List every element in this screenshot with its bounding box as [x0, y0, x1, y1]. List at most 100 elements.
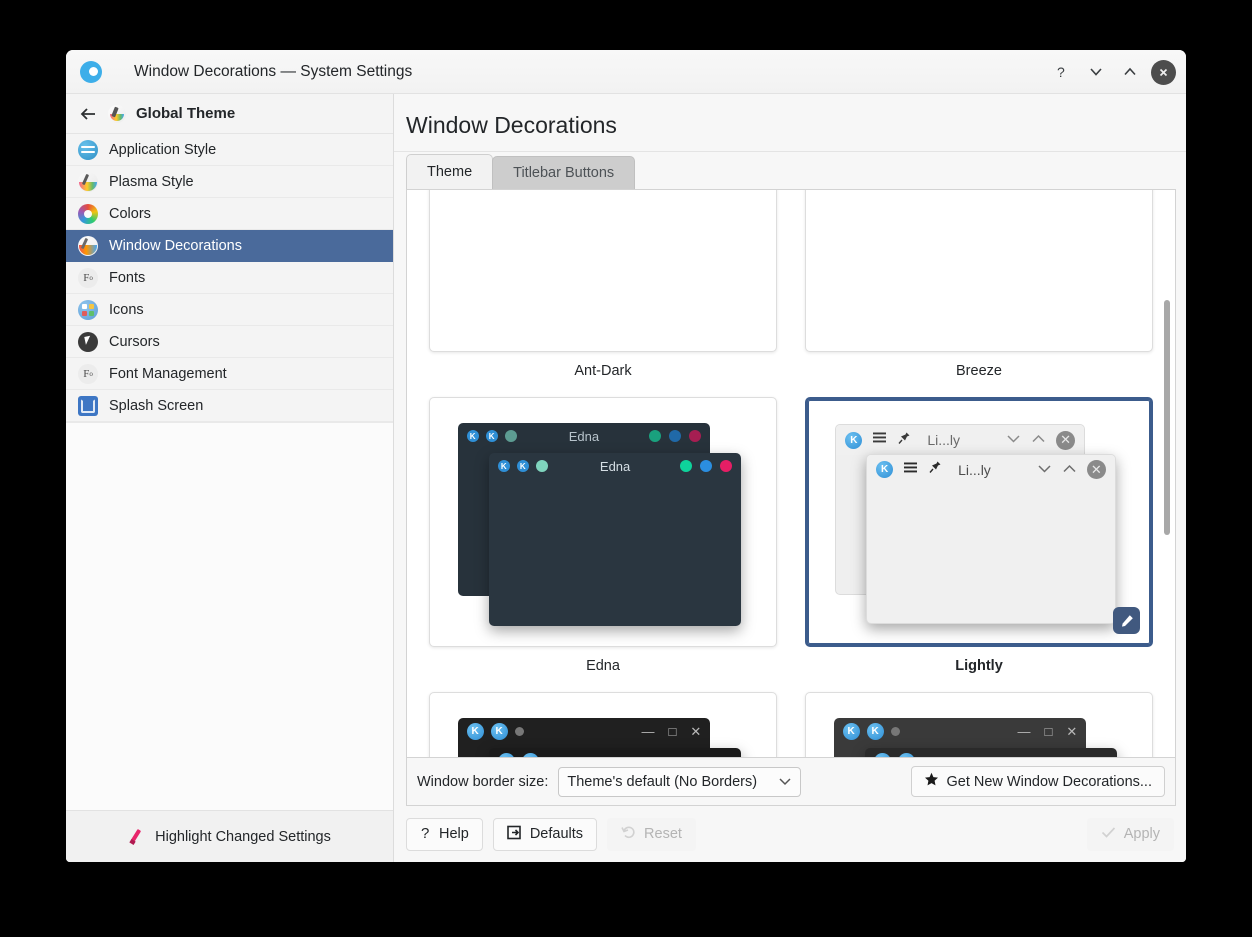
- defaults-label: Defaults: [529, 826, 584, 842]
- kde-menu-icon: [497, 753, 515, 757]
- theme-name-label: Ant-Dark: [574, 363, 632, 379]
- pin-dot-icon: [514, 727, 524, 737]
- theme-preview-dark-2[interactable]: — □ ✕: [805, 692, 1153, 757]
- sidebar-item-splash-screen[interactable]: Splash Screen: [66, 390, 393, 422]
- preview-window-buttons: [649, 430, 702, 443]
- kde-menu-icon: [873, 753, 891, 757]
- window-controls: ?: [1049, 50, 1176, 94]
- maximize-chevron-icon: [1062, 461, 1077, 479]
- sidebar-item-label: Plasma Style: [109, 173, 194, 190]
- main-pane: Window Decorations Theme Titlebar Button…: [394, 94, 1186, 862]
- maximize-icon: □: [1044, 724, 1053, 740]
- highlight-changed-settings-button[interactable]: Highlight Changed Settings: [66, 810, 393, 862]
- tab-theme[interactable]: Theme: [406, 154, 494, 189]
- page-title: Window Decorations: [394, 94, 1186, 152]
- close-button[interactable]: [1151, 59, 1176, 85]
- close-icon: ✕: [721, 754, 732, 757]
- window-decorations-icon: [78, 235, 98, 256]
- hamburger-icon: [903, 461, 918, 479]
- sidebar-item-colors[interactable]: Colors: [66, 198, 393, 230]
- cursors-icon: [78, 331, 98, 352]
- theme-name-label: Edna: [586, 658, 620, 674]
- sidebar-item-application-style[interactable]: Application Style: [66, 134, 393, 166]
- preview-window-buttons: — □ ✕: [673, 754, 733, 757]
- minimize-dot-icon: [649, 430, 662, 443]
- defaults-icon: [507, 825, 522, 844]
- preview-window-title: Li...ly: [958, 461, 991, 478]
- theme-name-label: Lightly: [955, 658, 1003, 674]
- kde-appmenu-dot-icon: [516, 460, 529, 473]
- window-border-size-value: Theme's default (No Borders): [567, 773, 758, 790]
- close-icon: ✕: [1086, 460, 1106, 480]
- theme-preview-edna[interactable]: Edna: [429, 397, 777, 647]
- kde-menu-icon: [842, 723, 860, 741]
- defaults-button[interactable]: Defaults: [492, 817, 598, 851]
- application-style-icon: [78, 139, 98, 160]
- preview-titlebar: Li...ly ✕: [867, 454, 1115, 485]
- sidebar-item-font-management[interactable]: Fo Font Management: [66, 358, 393, 390]
- preview-titlebar: Edna: [458, 423, 711, 450]
- sidebar-item-label: Icons: [109, 301, 144, 318]
- sidebar-item-window-decorations[interactable]: Window Decorations: [66, 230, 393, 262]
- help-button[interactable]: ? Help: [406, 817, 483, 851]
- sidebar-item-cursors[interactable]: Cursors: [66, 326, 393, 358]
- kde-menu-icon: [876, 461, 894, 479]
- theme-grid: Ant-Dark Breeze K K Edna K K Edna Edna K…: [407, 190, 1175, 758]
- maximize-button[interactable]: [1117, 59, 1143, 85]
- sidebar-item-fonts[interactable]: Fo Fonts: [66, 262, 393, 294]
- sidebar-item-label: Splash Screen: [109, 397, 204, 414]
- back-arrow-icon[interactable]: [80, 106, 98, 122]
- font-management-icon: Fo: [78, 363, 98, 384]
- kde-appmenu-icon: [490, 723, 508, 741]
- sidebar-item-label: Fonts: [109, 269, 146, 286]
- theme-cell-dark-2: — □ ✕: [805, 692, 1153, 757]
- reset-button: Reset: [607, 817, 696, 851]
- kde-menu-dot-icon: [466, 430, 479, 443]
- close-icon: ✕: [1097, 754, 1108, 757]
- hamburger-icon: [872, 431, 887, 449]
- preview-window-buttons: — □ ✕: [641, 724, 701, 740]
- theme-preview-ant-dark[interactable]: [429, 190, 777, 352]
- close-icon: ✕: [1056, 430, 1076, 450]
- icons-icon: [78, 299, 98, 320]
- minimize-icon: —: [673, 754, 686, 757]
- checkmark-icon: [1101, 826, 1116, 843]
- kde-appmenu-icon: [866, 723, 884, 741]
- theme-cell-dark-1: — □ ✕: [429, 692, 777, 758]
- sidebar-item-label: Colors: [109, 205, 151, 222]
- preview-window-buttons: — □ ✕: [1017, 724, 1077, 740]
- theme-cell-ant-dark: Ant-Dark: [429, 190, 777, 379]
- help-button[interactable]: ?: [1049, 59, 1075, 85]
- minimize-chevron-icon: [1037, 461, 1052, 479]
- svg-text:?: ?: [421, 825, 429, 840]
- theme-preview-lightly[interactable]: Li...ly ✕: [805, 397, 1153, 647]
- maximize-icon: □: [1076, 754, 1084, 757]
- tab-titlebar-buttons[interactable]: Titlebar Buttons: [492, 156, 636, 189]
- sidebar-item-icons[interactable]: Icons: [66, 294, 393, 326]
- minimize-icon: —: [1049, 754, 1062, 757]
- kde-menu-icon: [845, 431, 863, 449]
- edit-theme-button[interactable]: [1113, 607, 1140, 634]
- minimize-button[interactable]: [1083, 59, 1109, 85]
- breadcrumb[interactable]: Global Theme: [66, 94, 393, 134]
- preview-window-title: Li...ly: [927, 432, 961, 449]
- footer-button-bar: ? Help Defaults Reset Apply: [394, 806, 1186, 862]
- vertical-scrollbar[interactable]: [1162, 192, 1172, 755]
- close-icon: ✕: [690, 723, 702, 739]
- highlight-pen-icon: [128, 828, 145, 845]
- scrollbar-thumb[interactable]: [1164, 300, 1170, 535]
- sidebar-nav-list: Application Style Plasma Style Colors Wi…: [66, 134, 393, 422]
- sidebar-item-plasma-style[interactable]: Plasma Style: [66, 166, 393, 198]
- breadcrumb-label: Global Theme: [136, 105, 236, 122]
- minimize-dot-icon: [680, 460, 693, 473]
- theme-preview-dark-1[interactable]: — □ ✕: [429, 692, 777, 758]
- options-bar: Window border size: Theme's default (No …: [406, 758, 1176, 806]
- close-dot-icon: [720, 460, 733, 473]
- get-new-window-decorations-button[interactable]: Get New Window Decorations...: [910, 766, 1165, 797]
- window-border-size-select[interactable]: Theme's default (No Borders): [558, 766, 802, 797]
- theme-preview-breeze[interactable]: [805, 190, 1153, 352]
- pin-dot-icon: [890, 727, 900, 737]
- help-label: Help: [439, 826, 469, 842]
- preview-titlebar: — □ ✕: [834, 718, 1087, 746]
- pin-dot-icon: [546, 757, 555, 758]
